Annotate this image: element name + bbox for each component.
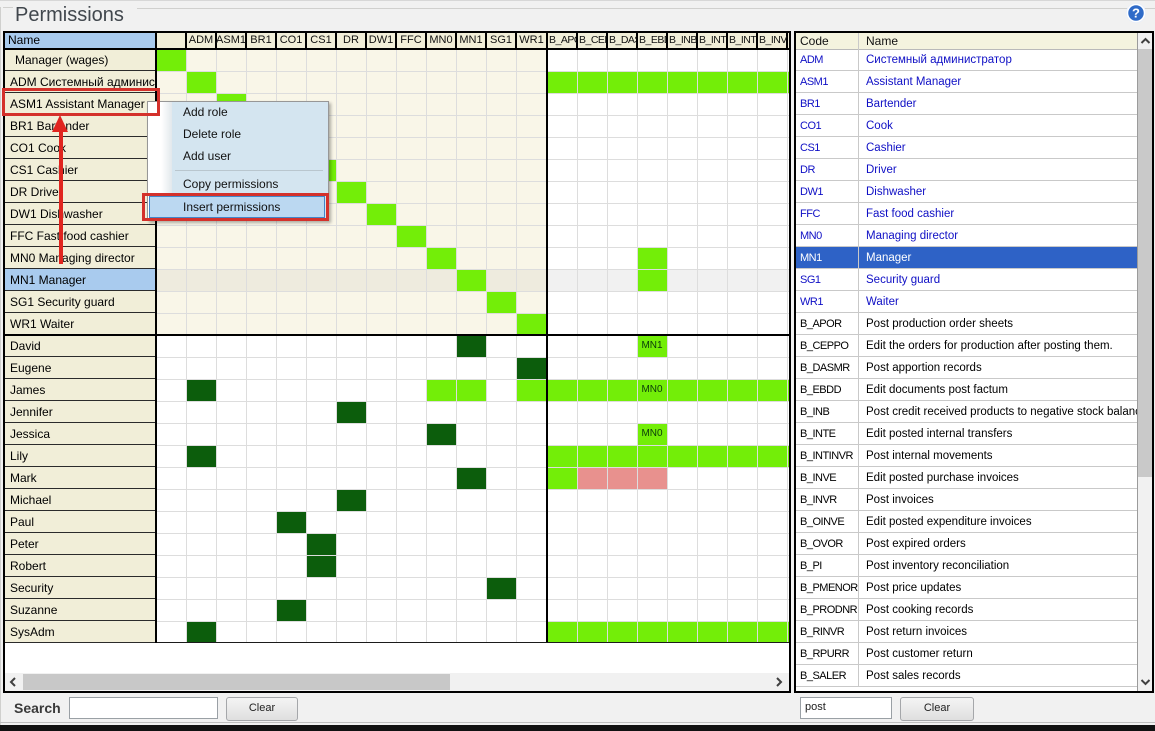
- svg-text:?: ?: [1132, 6, 1140, 21]
